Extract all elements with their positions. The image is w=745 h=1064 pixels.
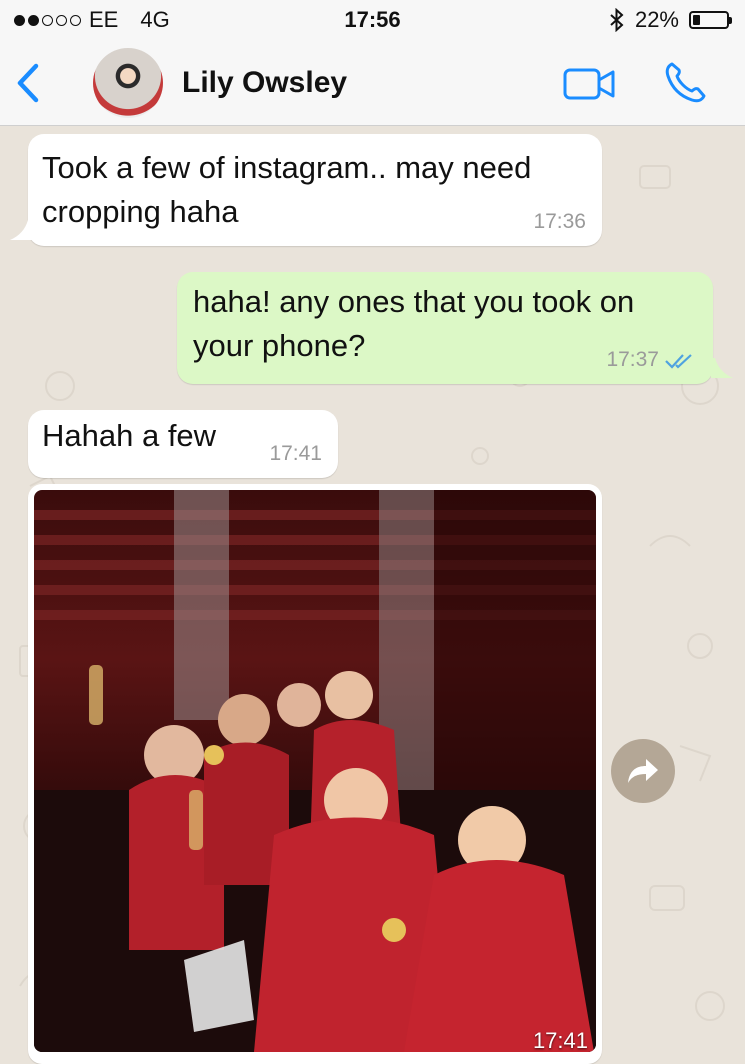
forward-arrow-icon <box>628 759 658 783</box>
status-bar: EE 4G 17:56 22% <box>0 0 745 40</box>
message-text-line: your phone? <box>193 328 366 363</box>
back-chevron-icon[interactable] <box>10 60 50 106</box>
forward-button[interactable] <box>611 739 675 803</box>
message-text-line: haha! any ones that you took on <box>193 284 635 319</box>
contact-name[interactable]: Lily Owsley <box>182 66 347 100</box>
chat-header: Lily Owsley <box>0 40 745 126</box>
photo-message-bubble[interactable]: 17:41 <box>28 484 602 1064</box>
chat-area[interactable]: Took a few of instagram.. may need cropp… <box>0 126 745 1064</box>
message-text-line: Hahah a few <box>42 418 217 453</box>
message-timestamp: 17:41 <box>269 442 322 465</box>
message-bubble-incoming[interactable]: Took a few of instagram.. may need cropp… <box>28 134 602 246</box>
battery-icon <box>689 11 732 29</box>
video-call-icon[interactable] <box>562 64 618 104</box>
message-text-line: cropping haha <box>42 194 239 229</box>
read-receipt-icon <box>665 354 692 369</box>
bubble-tail <box>10 220 32 240</box>
phone-icon[interactable] <box>660 58 710 108</box>
shared-photo[interactable] <box>34 490 596 1052</box>
bluetooth-icon <box>610 8 624 32</box>
message-text-line: Took a few of instagram.. may need <box>42 150 532 185</box>
photo-timestamp: 17:41 <box>532 1028 588 1053</box>
message-timestamp: 17:36 <box>533 210 586 233</box>
message-bubble-outgoing[interactable]: haha! any ones that you took on your pho… <box>177 272 713 384</box>
battery-percent: 22% <box>634 7 679 32</box>
status-right: 22% <box>609 7 732 33</box>
message-timestamp: 17:37 <box>606 348 659 371</box>
message-bubble-incoming[interactable]: Hahah a few 17:41 <box>28 410 338 478</box>
bubble-tail <box>711 358 733 378</box>
avatar[interactable] <box>93 48 163 118</box>
